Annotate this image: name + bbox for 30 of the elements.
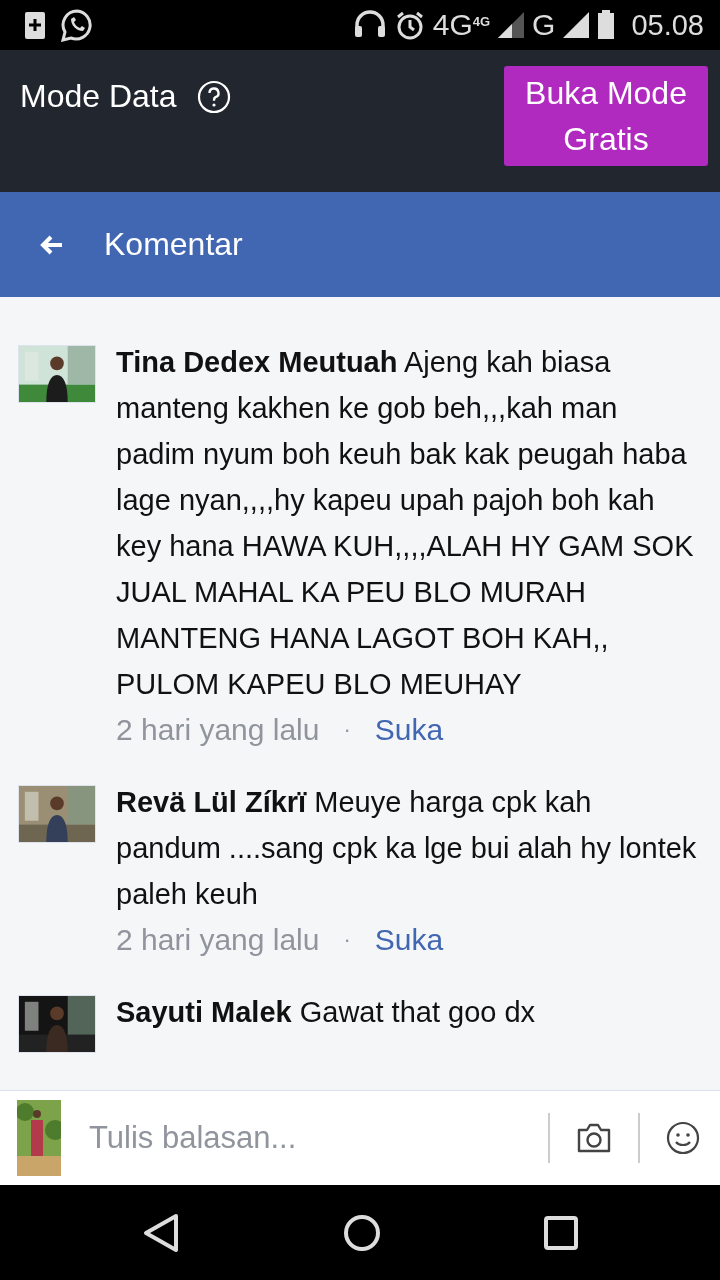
recent-apps-icon[interactable] (544, 1215, 579, 1250)
smiley-icon[interactable] (666, 1121, 700, 1155)
battery-icon (597, 10, 616, 40)
separator-dot: · (343, 716, 351, 744)
signal-icon (563, 12, 590, 38)
network-type: G (532, 8, 556, 42)
back-arrow-icon[interactable] (38, 233, 64, 256)
like-link[interactable]: Suka (374, 917, 444, 963)
network-type: 4G (472, 14, 491, 29)
help-icon[interactable] (196, 79, 231, 114)
comment-text: Sayuti Malek Gawat that goo dx (116, 995, 537, 1030)
data-mode-title: Mode Data (20, 78, 177, 115)
alarm-clock-icon (394, 10, 425, 40)
comment-text: Revä Lül Zíkrï Meuye harga cpk kah pandum ....sang cpk ka lge bui alah hy lontek paleh keuh (116, 785, 698, 912)
camera-icon[interactable] (576, 1122, 612, 1154)
page-title: Komentar (104, 226, 243, 263)
comment-time: 2 hari yang lalu (116, 712, 320, 748)
comment-time: 2 hari yang lalu (116, 922, 320, 958)
comment-text: Tina Dedex Meutuah Ajeng kah biasa manteng kakhen ke gob beh,,,kah man padim nyum boh keuh bak kak peugah haba lage nyan,,,,hy kapeu upah pajoh boh kah key hana HAWA KUH,,,,ALAH HY GAM SOK JUAL MAHAL KA PEU BLO MURAH MANTENG HANA LAGOT BOH KAH,, PULOM KAPEU BLO MEUHAY (116, 345, 695, 702)
like-link[interactable]: Suka (374, 707, 444, 753)
clock-time: 05.08 (631, 8, 704, 42)
back-icon[interactable] (141, 1212, 180, 1253)
battery-charging-icon (24, 10, 46, 40)
home-icon[interactable] (343, 1213, 381, 1252)
separator-dot: · (343, 926, 351, 954)
chat-bubble-icon (60, 8, 94, 42)
reply-input-field[interactable]: Tulis balasan... (87, 1119, 522, 1157)
free-mode-button[interactable]: Buka Mode Gratis (504, 66, 708, 166)
network-type: 4G (432, 8, 473, 42)
signal-icon (498, 12, 525, 38)
